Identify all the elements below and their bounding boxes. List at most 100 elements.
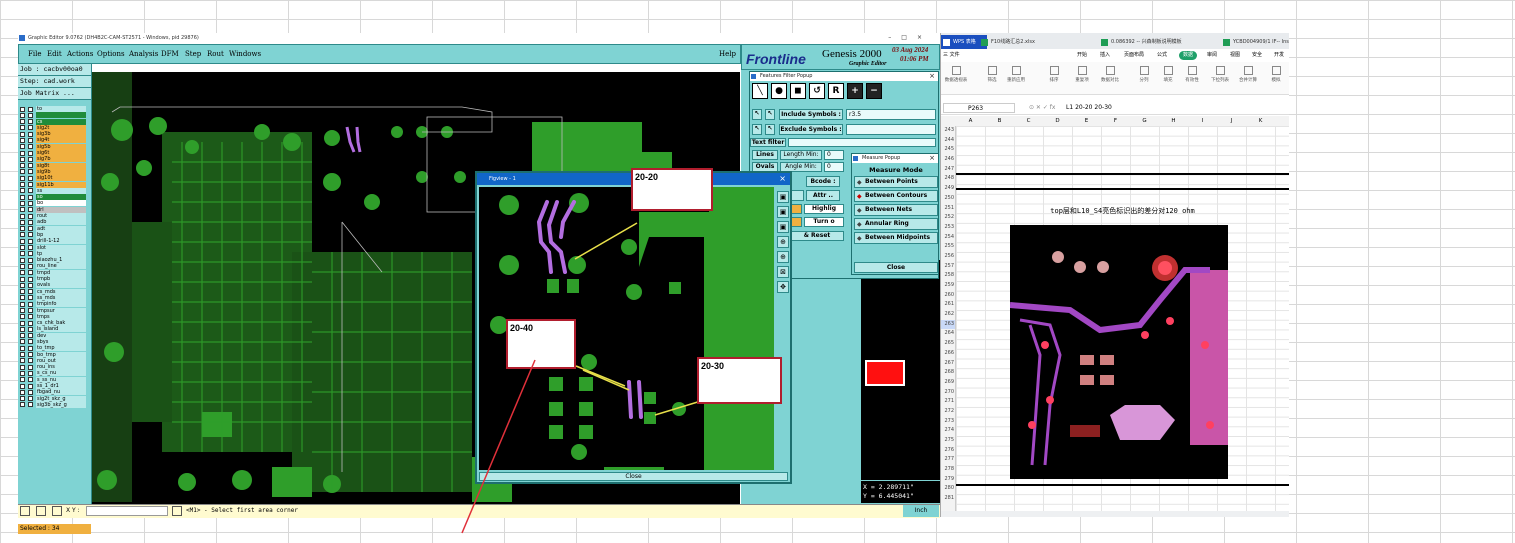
row-header[interactable]: 244 (941, 136, 955, 146)
row-header[interactable]: 267 (941, 359, 955, 369)
row-header[interactable]: 280 (941, 484, 955, 494)
row-header[interactable]: 256 (941, 252, 955, 262)
sheet-tab-bar[interactable] (941, 511, 1289, 517)
button-label: 分列 (1139, 78, 1149, 83)
tab-f10[interactable]: F10线路汇总2.xlsx (979, 35, 1109, 49)
menu-data[interactable]: 数据 (1179, 51, 1198, 60)
row-header[interactable]: 243 (941, 126, 955, 136)
button-label: 下拉列表 (1211, 78, 1229, 83)
formula-bar: P263 ⊙ ✕ ✓ fx L1 20-20 20-30 (941, 102, 1289, 115)
row-header[interactable]: 251 (941, 204, 955, 214)
row-header[interactable]: 258 (941, 271, 955, 281)
split-icon (1139, 66, 1149, 75)
button-label: 筛选 (987, 78, 997, 83)
document-tabs: WPS 表格 F10线路汇总2.xlsx 0.086392 -- 兴森制板说明模… (941, 33, 1289, 49)
button-label: 重新应用 (1007, 78, 1025, 83)
row-header[interactable]: 272 (941, 407, 955, 417)
row-header[interactable]: 248 (941, 174, 955, 184)
column-header[interactable]: H (1159, 116, 1188, 126)
row-header[interactable]: 249 (941, 184, 955, 194)
row-header[interactable]: 279 (941, 475, 955, 485)
consolidate-button[interactable]: 合并计算 (1235, 66, 1261, 83)
simulate-icon (1271, 66, 1281, 75)
duplicates-button[interactable]: 重复项 (1069, 66, 1095, 83)
row-header[interactable]: 252 (941, 213, 955, 223)
button-label: 填充 (1163, 78, 1173, 83)
row-header[interactable]: 277 (941, 455, 955, 465)
thick-border-bottom (956, 484, 1289, 486)
split-button[interactable]: 分列 (1131, 66, 1157, 83)
row-header[interactable]: 260 (941, 291, 955, 301)
row-header[interactable]: 276 (941, 446, 955, 456)
consolidate-icon (1243, 66, 1253, 75)
row-header[interactable]: 245 (941, 145, 955, 155)
pivot-table-button[interactable]: 数据透视表 (943, 66, 969, 83)
row-header[interactable]: 275 (941, 436, 955, 446)
menu-view[interactable]: 视图 (1230, 49, 1240, 62)
row-header[interactable]: 268 (941, 368, 955, 378)
column-header[interactable]: F (1101, 116, 1130, 126)
menu-insert[interactable]: 插入 (1100, 49, 1110, 62)
row-header[interactable]: 269 (941, 378, 955, 388)
menu-file[interactable]: 三 文件 (943, 49, 960, 62)
column-header[interactable]: G (1130, 116, 1159, 126)
row-header[interactable]: 264 (941, 329, 955, 339)
simulate-button[interactable]: 模拟 (1263, 66, 1289, 83)
row-header[interactable]: 257 (941, 262, 955, 272)
tab-ycbd[interactable]: YCBD004909/1 IF-- Ins (1221, 35, 1289, 49)
pcb-screenshot (1010, 225, 1228, 466)
row-header[interactable]: 261 (941, 300, 955, 310)
fx-icon[interactable]: ⊙ ✕ ✓ fx (1029, 102, 1055, 114)
row-header[interactable]: 253 (941, 223, 955, 233)
name-box[interactable]: P263 (943, 103, 1015, 113)
fill-button[interactable]: 填充 (1155, 66, 1181, 83)
dropdown-list-button[interactable]: 下拉列表 (1207, 66, 1233, 83)
sheet-icon (1101, 39, 1108, 46)
row-header[interactable]: 265 (941, 339, 955, 349)
compare-button[interactable]: 数据对比 (1097, 66, 1123, 83)
tab-template[interactable]: 0.086392 -- 兴森制板说明模板 (1099, 35, 1231, 49)
button-label: 合并计算 (1239, 78, 1257, 83)
row-header[interactable]: 254 (941, 233, 955, 243)
column-header[interactable]: C (1014, 116, 1043, 126)
column-header[interactable]: A (956, 116, 985, 126)
menu-formula[interactable]: 公式 (1157, 49, 1167, 62)
menu-dev[interactable]: 开发 (1274, 49, 1284, 62)
row-header[interactable]: 246 (941, 155, 955, 165)
column-header[interactable]: B (985, 116, 1014, 126)
row-header[interactable]: 278 (941, 465, 955, 475)
menu-security[interactable]: 安全 (1252, 49, 1262, 62)
filter-button[interactable]: 筛选 (979, 66, 1005, 83)
row-header[interactable]: 270 (941, 388, 955, 398)
tab-label: 0.086392 -- 兴森制板说明模板 (1111, 39, 1182, 45)
row-headers: 243 244 245 246 247 248 249 250 251 252 253 254 255 2… (941, 126, 956, 517)
row-header[interactable]: 263 (941, 319, 955, 330)
column-header[interactable]: I (1188, 116, 1217, 126)
compare-icon (1105, 66, 1115, 75)
row-header[interactable]: 247 (941, 165, 955, 175)
row-header[interactable]: 271 (941, 397, 955, 407)
row-header[interactable]: 273 (941, 417, 955, 427)
sort-icon (1049, 66, 1059, 75)
row-header[interactable]: 266 (941, 349, 955, 359)
tab-label: WPS 表格 (953, 39, 976, 45)
row-header[interactable]: 281 (941, 494, 955, 504)
formula-input[interactable]: L1 20-20 20-30 (1066, 102, 1112, 114)
column-header[interactable]: K (1246, 116, 1275, 126)
sort-button[interactable]: 排序 (1041, 66, 1067, 83)
row-header[interactable]: 250 (941, 194, 955, 204)
column-header[interactable]: J (1217, 116, 1246, 126)
duplicates-icon (1077, 66, 1087, 75)
row-header[interactable]: 274 (941, 426, 955, 436)
row-header[interactable]: 259 (941, 281, 955, 291)
row-header[interactable]: 255 (941, 242, 955, 252)
embedded-pcb-image[interactable] (1010, 225, 1228, 479)
menu-layout[interactable]: 页面布局 (1124, 49, 1144, 62)
row-header[interactable]: 262 (941, 310, 955, 320)
menu-review[interactable]: 审阅 (1207, 49, 1217, 62)
column-header[interactable]: E (1072, 116, 1101, 126)
validation-button[interactable]: 有效性 (1179, 66, 1205, 83)
reapply-button[interactable]: 重新应用 (1003, 66, 1029, 83)
menu-home[interactable]: 开始 (1077, 49, 1087, 62)
column-header[interactable]: D (1043, 116, 1072, 126)
